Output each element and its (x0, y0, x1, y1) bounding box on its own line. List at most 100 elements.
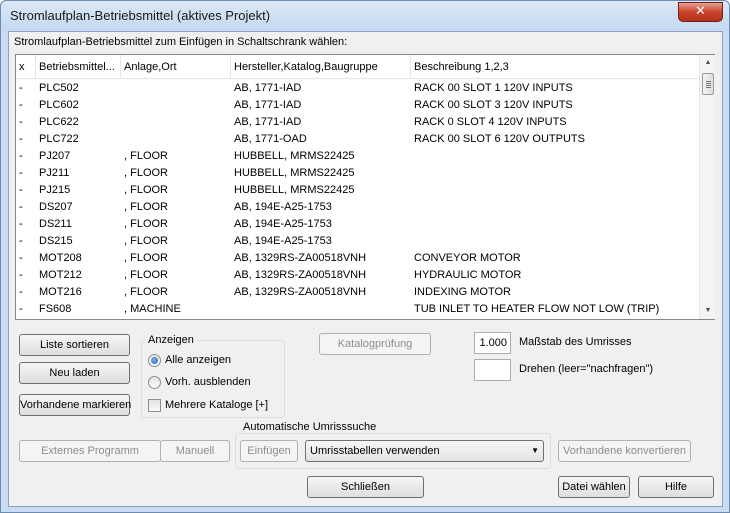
row-description: INDEXING MOTOR (414, 286, 511, 298)
row-marker: - (19, 167, 23, 179)
row-marker: - (19, 286, 23, 298)
table-row[interactable]: - PJ207 , FLOOR HUBBELL, MRMS22425 (16, 148, 698, 165)
row-description (411, 165, 698, 182)
row-marker: - (19, 150, 23, 162)
row-location: , FLOOR (124, 184, 169, 196)
column-header-manufacturer[interactable]: Hersteller,Katalog,Baugruppe (231, 55, 411, 79)
row-location: , MACHINE (124, 303, 181, 315)
mark-existing-button[interactable]: Vorhandene markieren (19, 394, 131, 416)
row-manufacturer: AB, 1771-IAD (234, 82, 302, 94)
sort-list-button[interactable]: Liste sortieren (19, 334, 130, 356)
table-row[interactable]: - MOT208 , FLOOR AB, 1329RS-ZA00518VNH CONVE… (16, 250, 698, 267)
row-equipment: DS215 (39, 235, 73, 247)
table-row[interactable]: - PLC602 AB, 1771-IAD RACK 00 SLOT 3 120V I… (16, 97, 698, 114)
row-equipment: PLC722 (39, 133, 79, 145)
row-manufacturer: AB, 1771-IAD (234, 99, 302, 111)
hide-existing-label[interactable]: Vorh. ausblenden (165, 376, 251, 388)
row-manufacturer: AB, 1771-OAD (234, 133, 307, 145)
list-rows: - PLC502 AB, 1771-IAD RACK 00 SLOT 1 120V I… (16, 80, 698, 320)
row-equipment: PLC622 (39, 116, 79, 128)
table-row[interactable]: - PJ215 , FLOOR HUBBELL, MRMS22425 (16, 182, 698, 199)
row-equipment: PJ211 (39, 167, 70, 179)
row-location: , FLOOR (124, 218, 169, 230)
dialog-window: Stromlaufplan-Betriebsmittel (aktives Pr… (0, 0, 730, 513)
close-button[interactable]: Schließen (307, 476, 424, 498)
row-marker: - (19, 201, 23, 213)
row-manufacturer: AB, 194E-A25-1753 (234, 235, 332, 247)
close-window-button[interactable]: ✕ (678, 2, 723, 22)
table-row[interactable]: - PJ211 , FLOOR HUBBELL, MRMS22425 (16, 165, 698, 182)
row-equipment: DS211 (39, 218, 72, 230)
multiple-catalogs-checkbox[interactable] (148, 399, 161, 412)
row-marker: - (19, 252, 23, 264)
table-row[interactable]: - PLC502 AB, 1771-IAD RACK 00 SLOT 1 120V I… (16, 80, 698, 97)
table-row[interactable]: - PLC722 AB, 1771-OAD RACK 00 SLOT 6 120V O… (16, 131, 698, 148)
row-manufacturer (231, 301, 411, 318)
window-title: Stromlaufplan-Betriebsmittel (aktives Pr… (10, 8, 271, 23)
row-location: , FLOOR (124, 235, 169, 247)
catalog-check-button[interactable]: Katalogprüfung (319, 333, 431, 355)
row-description: RACK 00 SLOT 1 120V INPUTS (414, 82, 573, 94)
external-program-button[interactable]: Externes Programm (19, 440, 161, 462)
row-manufacturer: HUBBELL, MRMS22425 (234, 150, 355, 162)
manual-button[interactable]: Manuell (160, 440, 230, 462)
table-row[interactable]: - PLC622 AB, 1771-IAD RACK 0 SLOT 4 120V IN… (16, 114, 698, 131)
row-manufacturer: AB, 1329RS-ZA00518VNH (234, 286, 367, 298)
row-manufacturer: AB, 194E-A25-1753 (234, 201, 332, 213)
row-equipment: MOT216 (39, 286, 82, 298)
convert-existing-button[interactable]: Vorhandene konvertieren (558, 440, 691, 462)
vertical-scrollbar[interactable]: ▲ ▼ (699, 55, 715, 319)
chevron-down-icon: ▼ (531, 446, 539, 455)
table-row[interactable]: - DS215 , FLOOR AB, 194E-A25-1753 (16, 233, 698, 250)
row-manufacturer: AB, 1329RS-ZA00518VNH (234, 269, 367, 281)
scroll-up-icon[interactable]: ▲ (700, 55, 716, 71)
row-location (121, 114, 231, 131)
table-row[interactable]: - DS211 , FLOOR AB, 194E-A25-1753 (16, 216, 698, 233)
insert-button[interactable]: Einfügen (240, 440, 298, 462)
choose-file-button[interactable]: Datei wählen (558, 476, 630, 498)
row-description (411, 199, 698, 216)
column-header-x[interactable]: x (16, 55, 36, 79)
row-equipment: MOT212 (39, 269, 82, 281)
row-marker: - (19, 303, 23, 315)
row-equipment: PLC602 (39, 99, 79, 111)
close-icon: ✕ (695, 4, 706, 19)
row-equipment: PLC502 (39, 82, 79, 94)
scale-input[interactable]: 1.000 (474, 332, 511, 354)
row-description: HYDRAULIC MOTOR (414, 269, 522, 281)
scale-label: Maßstab des Umrisses (519, 336, 632, 348)
hide-existing-radio[interactable] (148, 376, 161, 389)
multiple-catalogs-label[interactable]: Mehrere Kataloge [+] (165, 399, 268, 411)
title-bar[interactable]: Stromlaufplan-Betriebsmittel (aktives Pr… (1, 1, 729, 31)
scrollbar-thumb[interactable] (702, 73, 714, 95)
scroll-down-icon[interactable]: ▼ (700, 303, 716, 319)
dialog-body: Stromlaufplan-Betriebsmittel zum Einfüge… (8, 31, 723, 507)
show-all-label[interactable]: Alle anzeigen (165, 354, 231, 366)
row-description (411, 216, 698, 233)
help-button[interactable]: Hilfe (638, 476, 714, 498)
row-location: , FLOOR (124, 286, 169, 298)
table-row[interactable]: - FS608 , MACHINE TUB INLET TO HEATER FLOW … (16, 301, 698, 318)
table-row[interactable]: - MOT212 , FLOOR AB, 1329RS-ZA00518VNH HYDRA… (16, 267, 698, 284)
row-marker: - (19, 116, 23, 128)
row-equipment: MOT208 (39, 252, 82, 264)
outline-method-value: Umrisstabellen verwenden (310, 445, 440, 457)
table-row[interactable]: - MOT216 , FLOOR AB, 1329RS-ZA00518VNH INDEX… (16, 284, 698, 301)
outline-method-dropdown[interactable]: Umrisstabellen verwenden ▼ (305, 440, 544, 462)
row-location: , FLOOR (124, 167, 169, 179)
rotate-label: Drehen (leer="nachfragen") (519, 363, 654, 375)
row-description (411, 148, 698, 165)
equipment-list[interactable]: x Betriebsmittel... Anlage,Ort Herstelle… (15, 54, 715, 320)
row-marker: - (19, 184, 23, 196)
column-header-description[interactable]: Beschreibung 1,2,3 (411, 55, 698, 79)
show-all-radio[interactable] (148, 354, 161, 367)
rotate-input[interactable] (474, 359, 511, 381)
reload-button[interactable]: Neu laden (19, 362, 130, 384)
column-header-location[interactable]: Anlage,Ort (121, 55, 231, 79)
row-location (121, 97, 231, 114)
row-location (121, 80, 231, 97)
column-header-equipment[interactable]: Betriebsmittel... (36, 55, 121, 79)
row-description (411, 233, 698, 250)
row-description (411, 182, 698, 199)
table-row[interactable]: - DS207 , FLOOR AB, 194E-A25-1753 (16, 199, 698, 216)
